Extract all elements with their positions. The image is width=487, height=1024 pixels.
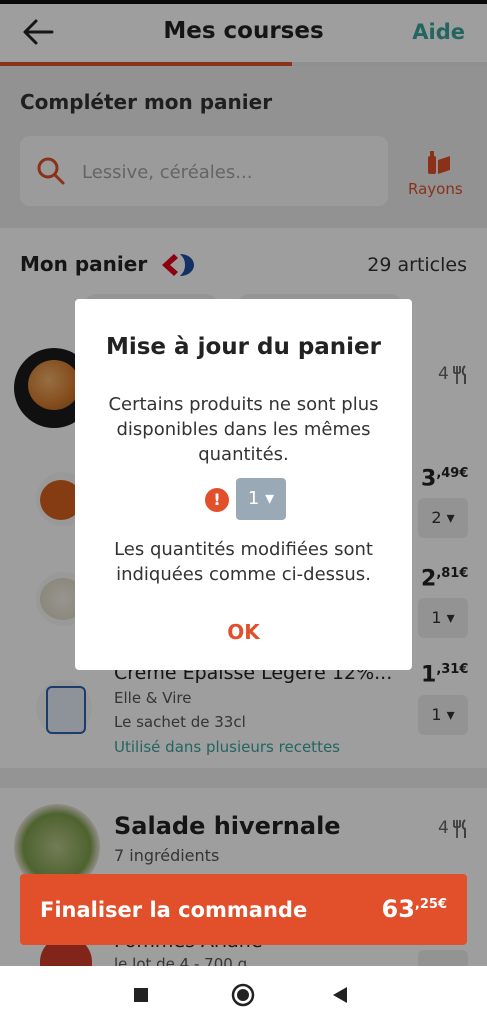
recents-icon[interactable]: [134, 988, 148, 1002]
dialog-message-2: Les quantités modifiées sont indiquées c…: [114, 539, 373, 585]
home-icon[interactable]: [231, 983, 255, 1007]
checkout-label[interactable]: Finaliser la commande: [40, 898, 307, 922]
back-nav-icon[interactable]: [332, 986, 348, 1004]
checkout-total[interactable]: 63,25€: [382, 895, 447, 923]
dialog-quantity-example: 1 ▾: [236, 478, 286, 520]
warning-icon: !: [205, 488, 229, 512]
ok-button[interactable]: OK: [75, 620, 412, 644]
dialog-title: Mise à jour du panier: [105, 334, 382, 360]
dialog-message: Certains produits ne sont plus disponibl…: [108, 394, 379, 465]
